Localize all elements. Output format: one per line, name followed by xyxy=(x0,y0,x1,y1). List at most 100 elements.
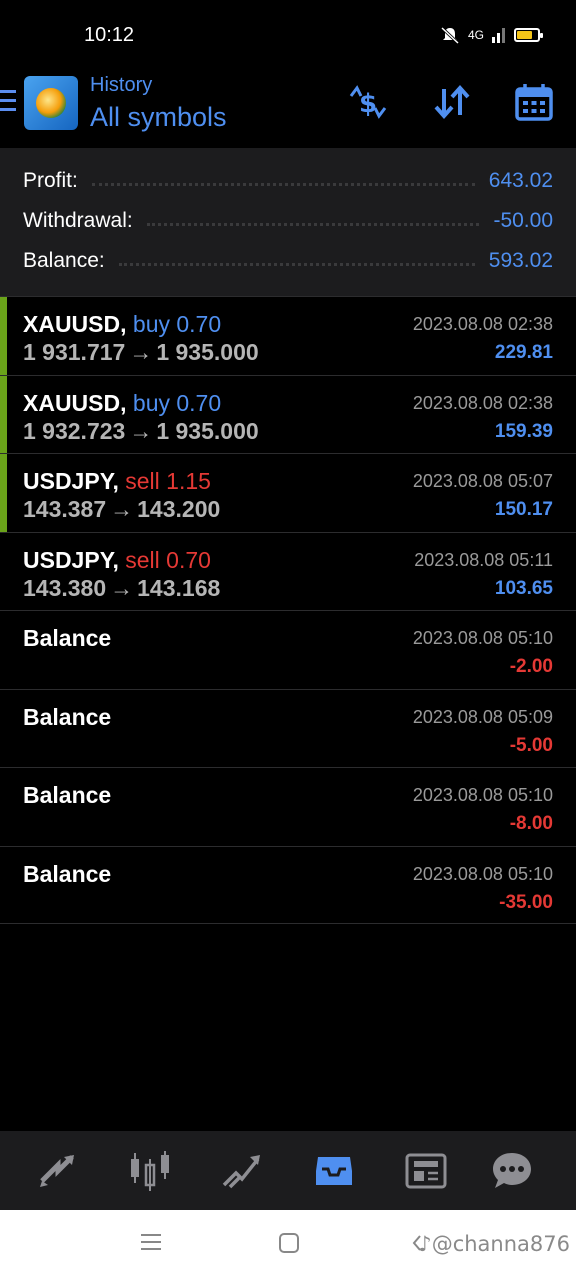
deal-amount: 229.81 xyxy=(494,342,553,363)
dotted-leader xyxy=(118,262,475,266)
quotes-icon[interactable] xyxy=(36,1149,80,1193)
sort-icon[interactable] xyxy=(430,82,474,122)
close-price: 143.168 xyxy=(137,574,221,601)
deal-date: 2023.08.08 02:38 xyxy=(412,314,553,334)
close-price: 1 935.000 xyxy=(156,417,259,444)
deal-date: 2023.08.08 05:07 xyxy=(412,471,553,491)
dotted-leader xyxy=(146,222,480,226)
deal-amount: 103.65 xyxy=(494,577,553,599)
page-title[interactable]: All symbols xyxy=(90,102,227,133)
deal-prices: 1 932.723 → 1 935.000 xyxy=(23,418,259,445)
app-header: History All symbols $ xyxy=(0,70,576,148)
profit-value: 643.02 xyxy=(488,169,553,192)
tiktok-logo-icon: ♪ xyxy=(418,1232,432,1256)
deal-symbol: Balance xyxy=(23,782,112,808)
withdrawal-value: -50.00 xyxy=(493,209,553,232)
deal-row[interactable]: XAUUSD, buy 0.70 1 931.717 → 1 935.000 2023.… xyxy=(0,296,576,375)
battery-level xyxy=(517,31,532,39)
price-arrow: → xyxy=(129,417,153,444)
chat-icon[interactable] xyxy=(490,1149,534,1193)
row-title: Balance xyxy=(23,782,111,809)
news-icon[interactable] xyxy=(404,1149,448,1193)
balance-label: Balance: xyxy=(23,249,105,272)
open-price: 143.380 xyxy=(23,574,107,601)
svg-text:$: $ xyxy=(359,89,377,119)
deal-symbol: XAUUSD, xyxy=(23,389,127,416)
balance-row-item[interactable]: Balance 2023.08.08 05:10 -2.00 xyxy=(0,610,576,689)
profit-label: Profit: xyxy=(23,169,78,192)
balance-row-item[interactable]: Balance 2023.08.08 05:10 -8.00 xyxy=(0,767,576,846)
deal-amount: 150.17 xyxy=(494,499,553,520)
deal-amount: -5.00 xyxy=(509,734,553,756)
withdrawal-row: Withdrawal: -50.00 xyxy=(23,206,553,236)
deal-date: 2023.08.08 05:10 xyxy=(412,628,553,648)
home-icon[interactable] xyxy=(278,1232,300,1259)
trade-icon[interactable] xyxy=(220,1149,264,1193)
row-title: Balance xyxy=(23,861,111,888)
deal-symbol: Balance xyxy=(23,625,112,651)
currency-exchange-icon[interactable]: $ xyxy=(346,82,390,122)
system-nav-bar: ♪@channa876 xyxy=(0,1210,576,1280)
deal-symbol: USDJPY, xyxy=(23,546,119,573)
withdrawal-label: Withdrawal: xyxy=(23,209,133,232)
deal-direction: buy 0.70 xyxy=(132,389,222,416)
status-icons: 4G xyxy=(440,26,543,44)
row-title: XAUUSD, buy 0.70 xyxy=(23,311,221,338)
deal-row[interactable]: XAUUSD, buy 0.70 1 932.723 → 1 935.000 2023.… xyxy=(0,374,576,453)
deal-symbol: USDJPY, xyxy=(23,468,119,494)
history-icon[interactable] xyxy=(312,1149,356,1193)
watermark-text: @channa876 xyxy=(431,1232,570,1256)
recent-apps-icon[interactable] xyxy=(140,1232,162,1257)
balance-row: Balance: 593.02 xyxy=(23,246,553,276)
balance-row-item[interactable]: Balance 2023.08.08 05:09 -5.00 xyxy=(0,688,576,768)
deal-amount: 159.39 xyxy=(494,420,553,442)
page-subtitle: History xyxy=(90,74,153,96)
profit-row: Profit: 643.02 xyxy=(23,166,553,196)
deal-amount: -2.00 xyxy=(509,656,553,677)
signal-icon xyxy=(492,28,505,43)
price-arrow: → xyxy=(110,496,134,522)
deal-date: 2023.08.08 02:38 xyxy=(412,392,553,413)
deal-amount: -35.00 xyxy=(499,891,553,913)
balance-value: 593.02 xyxy=(488,249,553,272)
row-accent-bar xyxy=(0,297,7,375)
deal-list: XAUUSD, buy 0.70 1 931.717 → 1 935.000 2023.… xyxy=(0,296,576,924)
summary-panel: Profit: 643.02 Withdrawal: -50.00 Balanc… xyxy=(0,148,576,296)
app-logo[interactable] xyxy=(24,76,78,130)
deal-date: 2023.08.08 05:10 xyxy=(412,863,553,884)
deal-direction: sell 1.15 xyxy=(125,468,211,494)
deal-prices: 143.387 → 143.200 xyxy=(23,496,220,523)
deal-amount: -8.00 xyxy=(509,813,553,834)
deal-row[interactable]: USDJPY, sell 0.70 143.380 → 143.168 2023.08.… xyxy=(0,531,576,611)
deal-direction: buy 0.70 xyxy=(132,311,222,337)
deal-direction: sell 0.70 xyxy=(125,546,211,573)
status-time: 10:12 xyxy=(84,24,135,46)
battery-icon xyxy=(514,28,543,42)
deal-symbol: XAUUSD, xyxy=(23,311,127,337)
mute-icon xyxy=(440,26,460,44)
menu-icon[interactable] xyxy=(0,90,16,112)
row-accent-bar xyxy=(0,454,7,532)
row-title: USDJPY, sell 1.15 xyxy=(23,468,211,495)
dotted-leader xyxy=(91,182,475,186)
balance-row-item[interactable]: Balance 2023.08.08 05:10 -35.00 xyxy=(0,845,576,924)
chart-icon[interactable] xyxy=(128,1149,172,1193)
open-price: 143.387 xyxy=(23,496,107,522)
deal-date: 2023.08.08 05:10 xyxy=(412,785,553,805)
status-bar: 10:12 4G xyxy=(0,0,576,70)
row-title: XAUUSD, buy 0.70 xyxy=(23,390,221,417)
deal-row[interactable]: USDJPY, sell 1.15 143.387 → 143.200 2023.08.… xyxy=(0,453,576,532)
deal-symbol: Balance xyxy=(23,860,112,887)
open-price: 1 932.723 xyxy=(23,417,126,444)
close-price: 1 935.000 xyxy=(156,339,259,365)
deal-prices: 143.380 → 143.168 xyxy=(23,575,220,602)
row-accent-bar xyxy=(0,375,7,453)
row-title: Balance xyxy=(23,625,111,652)
network-label: 4G xyxy=(467,28,484,42)
deal-date: 2023.08.08 05:09 xyxy=(412,706,553,727)
deal-symbol: Balance xyxy=(23,703,112,730)
row-title: USDJPY, sell 0.70 xyxy=(23,547,211,574)
price-arrow: → xyxy=(110,574,134,601)
open-price: 1 931.717 xyxy=(23,339,126,365)
calendar-icon[interactable] xyxy=(512,82,556,122)
